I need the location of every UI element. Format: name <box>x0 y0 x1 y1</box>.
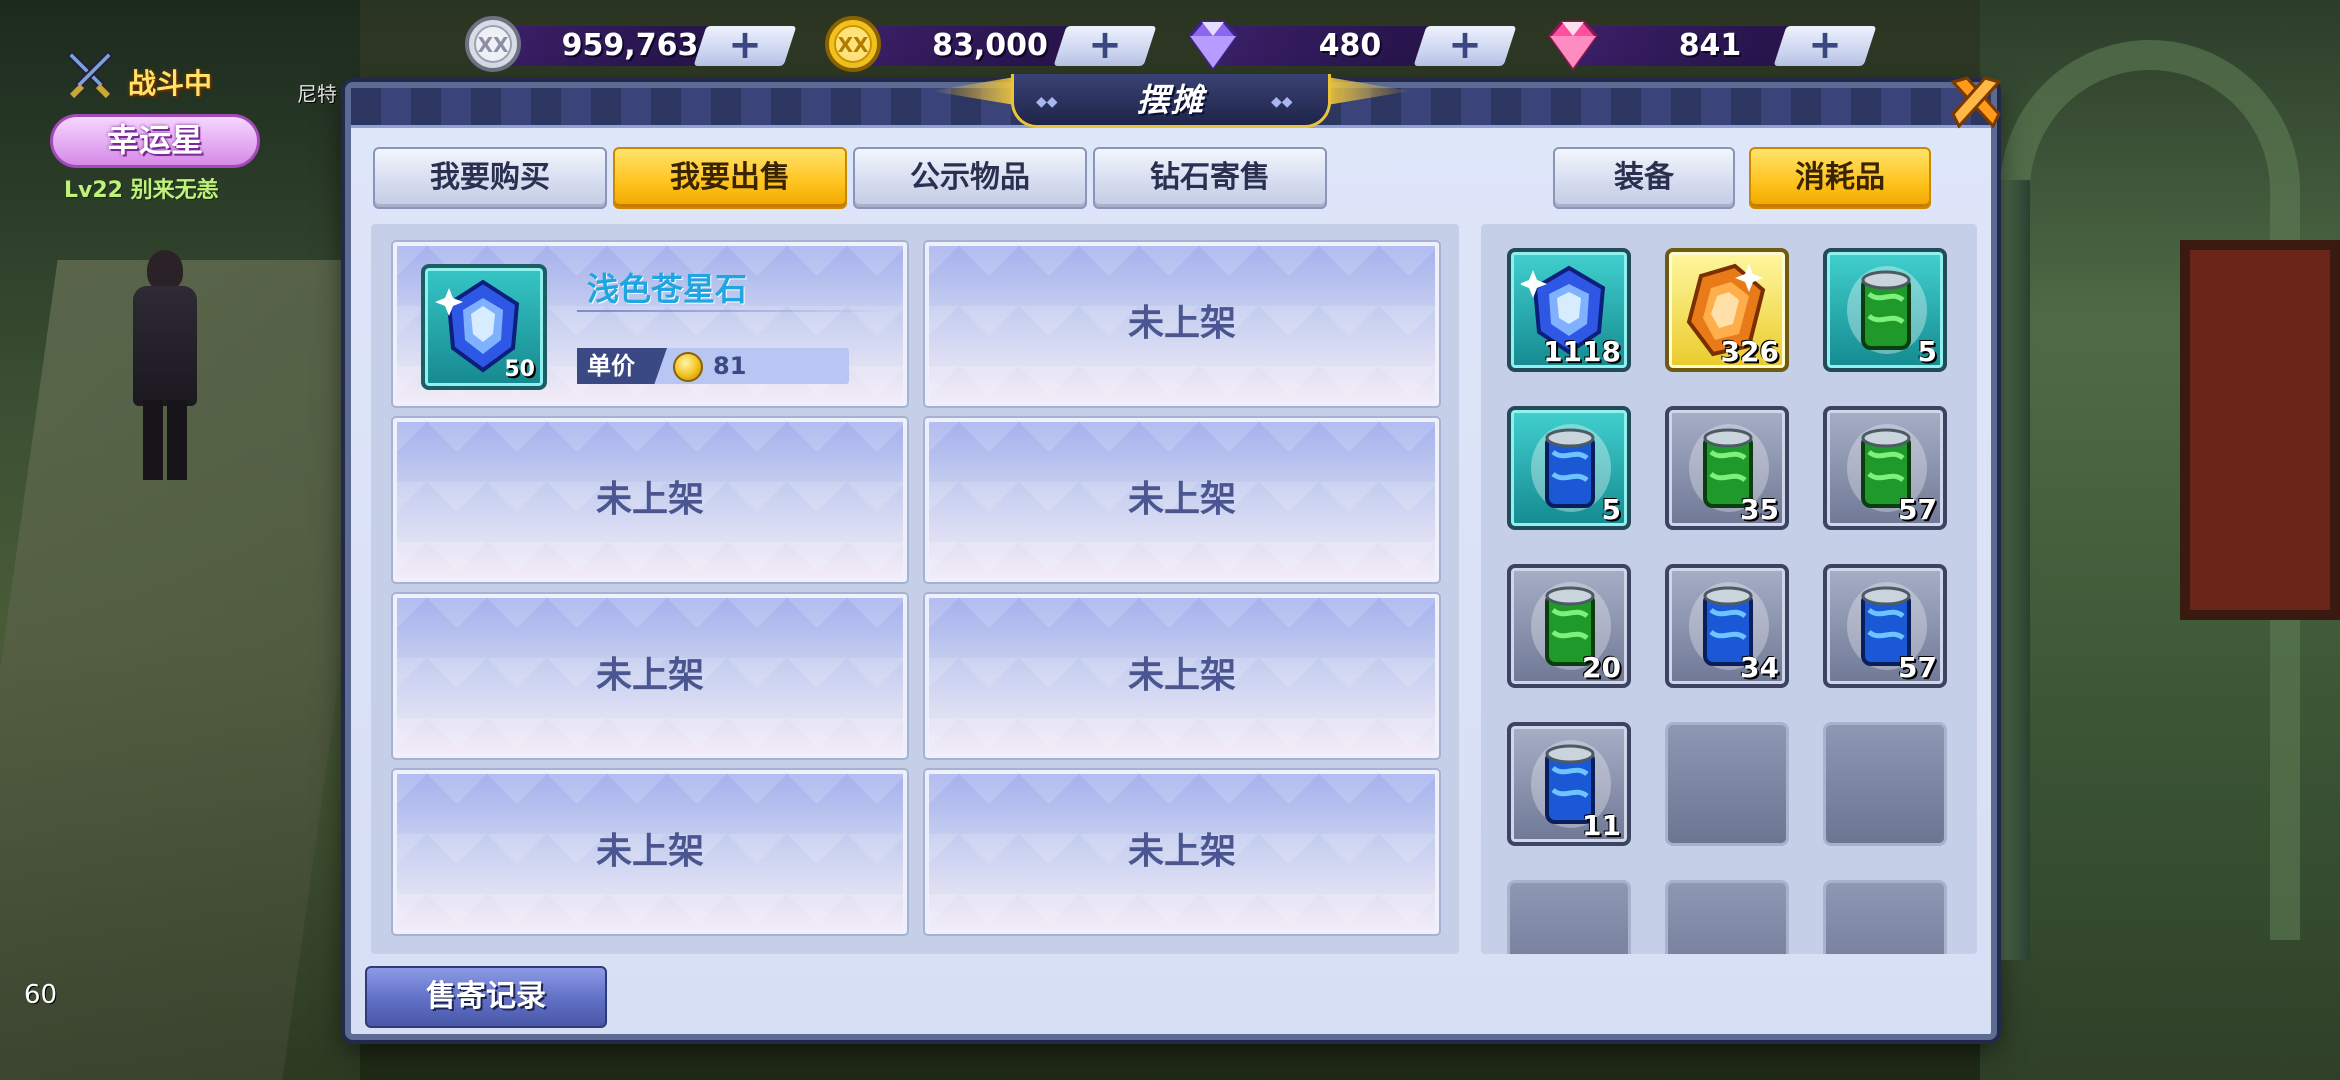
close-icon[interactable] <box>1943 68 2009 134</box>
player-status-hud: 战斗中 幸运星 Lv22 别来无恙 <box>50 48 280 203</box>
inventory-item[interactable]: 5 <box>1507 406 1631 530</box>
slot-empty-label: 未上架 <box>595 831 704 872</box>
currency-purple-value: 480 <box>1318 28 1382 63</box>
character-legs <box>143 400 187 480</box>
panel-title: 摆摊 <box>1136 81 1205 119</box>
inventory-count: 20 <box>1582 651 1621 684</box>
slot-empty-label: 未上架 <box>1127 479 1236 520</box>
player-title-badge: 幸运星 <box>50 114 260 168</box>
slot-empty-label: 未上架 <box>595 479 704 520</box>
sell-slot-grid: 50 浅色苍星石 单价 81 未上架 未上架 未上架 未上架 未上架 未上架 未… <box>371 224 1459 954</box>
inventory-count: 1118 <box>1543 335 1621 368</box>
battle-status-label: 战斗中 <box>128 67 213 100</box>
sell-item-price-box: 单价 81 <box>577 348 849 384</box>
sell-slot-2[interactable]: 未上架 <box>925 242 1439 406</box>
inventory-item[interactable]: 11 <box>1507 722 1631 846</box>
slot-empty-label: 未上架 <box>1127 655 1236 696</box>
tab-buy[interactable]: 我要购买 <box>373 147 607 209</box>
unit-price-label: 单价 <box>577 348 667 384</box>
sell-slot-7[interactable]: 未上架 <box>393 770 907 934</box>
panel-title-plate: ◆◆ ◆◆ 摆摊 <box>931 70 1391 134</box>
add-silver-button[interactable]: + <box>700 25 790 66</box>
npc-name-label: 尼特 <box>297 82 337 106</box>
gold-coin-icon: XX <box>825 16 881 72</box>
currency-silver-value: 959,763 <box>561 28 699 63</box>
sell-slot-8[interactable]: 未上架 <box>925 770 1439 934</box>
character-body <box>133 286 197 406</box>
slot-empty-label: 未上架 <box>1127 831 1236 872</box>
gold-coin-icon <box>673 352 703 382</box>
add-pink-diamond-button[interactable]: + <box>1780 25 1870 66</box>
inventory-item[interactable]: 1118 <box>1507 248 1631 372</box>
add-gold-button[interactable]: + <box>1060 25 1150 66</box>
currency-pink-diamond: 841 + <box>1540 14 1900 74</box>
inventory-item[interactable]: 35 <box>1665 406 1789 530</box>
currency-silver: XX 959,763 + <box>460 14 820 74</box>
inventory-item[interactable]: 5 <box>1823 248 1947 372</box>
inventory-empty-slot[interactable] <box>1507 880 1631 954</box>
inventory-item[interactable]: 326 <box>1665 248 1789 372</box>
sell-slot-1[interactable]: 50 浅色苍星石 单价 81 <box>393 242 907 406</box>
currency-gold-value: 83,000 <box>932 28 1048 63</box>
inventory-item[interactable]: 34 <box>1665 564 1789 688</box>
silver-coin-icon: XX <box>465 16 521 72</box>
inventory-empty-slot[interactable] <box>1823 722 1947 846</box>
unit-price-value: 81 <box>713 352 747 380</box>
inventory-count: 57 <box>1898 651 1937 684</box>
player-level-label: Lv22 别来无恙 <box>64 178 219 203</box>
svg-text:XX: XX <box>838 33 869 57</box>
currency-pink-value: 841 <box>1678 28 1742 63</box>
sell-item-name: 浅色苍星石 <box>587 270 748 308</box>
fps-counter: 60 <box>24 980 58 1010</box>
player-character[interactable] <box>125 250 205 480</box>
background-door <box>2180 240 2340 620</box>
stall-panel: ◆◆ ◆◆ 摆摊 我要购买 我要出售 公示物品 钻石寄售 装备 消耗品 50 浅… <box>345 74 2002 1040</box>
sell-item-divider <box>577 310 891 312</box>
svg-text:XX: XX <box>478 33 509 57</box>
currency-gold: XX 83,000 + <box>820 14 1180 74</box>
inventory-empty-slot[interactable] <box>1665 722 1789 846</box>
inventory-item[interactable]: 57 <box>1823 406 1947 530</box>
sell-item-count: 50 <box>504 357 535 382</box>
sell-slot-5[interactable]: 未上架 <box>393 594 907 758</box>
pink-diamond-icon <box>1548 20 1598 71</box>
inventory-grid: 1118 326 5 5 35 57 20 34 57 11 <box>1481 224 1977 954</box>
inventory-empty-slot[interactable] <box>1665 880 1789 954</box>
tab-equipment[interactable]: 装备 <box>1553 147 1735 209</box>
sale-record-button[interactable]: 售寄记录 <box>365 966 607 1028</box>
add-purple-diamond-button[interactable]: + <box>1420 25 1510 66</box>
inventory-count: 34 <box>1740 651 1779 684</box>
purple-diamond-icon <box>1188 20 1238 71</box>
crossed-swords-icon <box>66 50 114 99</box>
inventory-item[interactable]: 20 <box>1507 564 1631 688</box>
inventory-count: 5 <box>1917 335 1937 368</box>
character-head <box>147 250 183 290</box>
inventory-count: 35 <box>1740 493 1779 526</box>
tab-sell[interactable]: 我要出售 <box>613 147 847 209</box>
inventory-item[interactable]: 57 <box>1823 564 1947 688</box>
slot-empty-label: 未上架 <box>1127 303 1236 344</box>
inventory-empty-slot[interactable] <box>1823 880 1947 954</box>
sell-slot-4[interactable]: 未上架 <box>925 418 1439 582</box>
tab-diamond-consign[interactable]: 钻石寄售 <box>1093 147 1327 209</box>
slot-empty-label: 未上架 <box>595 655 704 696</box>
tab-consumables[interactable]: 消耗品 <box>1749 147 1931 209</box>
tab-public-items[interactable]: 公示物品 <box>853 147 1087 209</box>
currency-purple-diamond: 480 + <box>1180 14 1540 74</box>
sell-slot-6[interactable]: 未上架 <box>925 594 1439 758</box>
inventory-count: 57 <box>1898 493 1937 526</box>
inventory-count: 11 <box>1582 809 1621 842</box>
inventory-count: 326 <box>1720 335 1779 368</box>
sell-slot-3[interactable]: 未上架 <box>393 418 907 582</box>
sell-item-icon: 50 <box>421 264 547 390</box>
inventory-count: 5 <box>1601 493 1621 526</box>
